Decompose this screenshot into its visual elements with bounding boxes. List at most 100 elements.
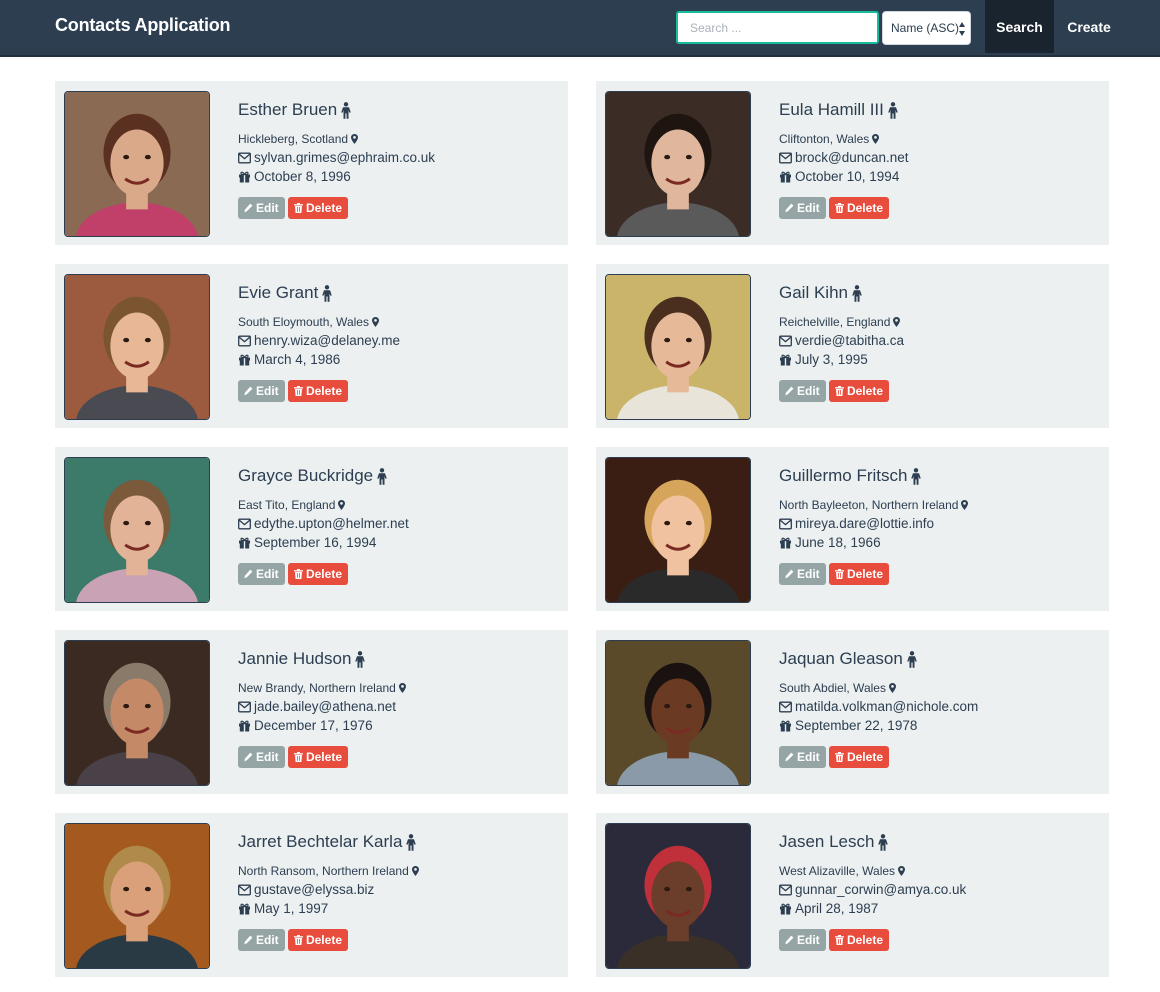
delete-label: Delete [846, 933, 883, 947]
gift-icon [780, 171, 791, 182]
delete-label: Delete [846, 384, 883, 398]
contact-photo [605, 823, 751, 969]
contact-email[interactable]: matilda.volkman@nichole.com [795, 699, 978, 714]
edit-button[interactable]: Edit [238, 197, 285, 219]
edit-label: Edit [256, 933, 279, 947]
contact-photo [64, 457, 210, 603]
trash-icon [835, 203, 844, 213]
contact-card: Jarret Bechtelar Karla North Ransom, Nor… [55, 813, 568, 977]
contact-name: Esther Bruen [238, 100, 338, 119]
contact-location: Hickleberg, Scotland [238, 132, 349, 146]
gift-icon [239, 354, 250, 365]
edit-button[interactable]: Edit [238, 746, 285, 768]
contact-location: Cliftonton, Wales [779, 132, 870, 146]
gift-icon [780, 537, 791, 548]
edit-button[interactable]: Edit [779, 929, 826, 951]
delete-button[interactable]: Delete [829, 929, 889, 951]
contact-email[interactable]: brock@duncan.net [795, 150, 909, 165]
person-icon [341, 101, 352, 119]
gift-icon [780, 720, 791, 731]
portrait-image [65, 458, 209, 602]
delete-button[interactable]: Delete [288, 929, 348, 951]
edit-button[interactable]: Edit [779, 380, 826, 402]
map-marker-icon [898, 866, 906, 876]
delete-label: Delete [305, 201, 342, 215]
contact-card: Jaquan Gleason South Abdiel, Wales matil… [596, 630, 1109, 794]
select-arrows-icon [959, 22, 965, 36]
envelope-icon [779, 884, 792, 895]
app-title[interactable]: Contacts Application [55, 15, 231, 36]
portrait-image [606, 641, 750, 785]
delete-button[interactable]: Delete [288, 197, 348, 219]
edit-button[interactable]: Edit [238, 929, 285, 951]
search-input[interactable] [676, 11, 879, 44]
contact-email[interactable]: verdie@tabitha.ca [795, 333, 904, 348]
contact-card: Guillermo Fritsch North Bayleeton, North… [596, 447, 1109, 611]
contact-email[interactable]: jade.bailey@athena.net [254, 699, 396, 714]
contact-email[interactable]: henry.wiza@delaney.me [254, 333, 400, 348]
contact-card: Esther Bruen Hickleberg, Scotland sylvan… [55, 81, 568, 245]
edit-label: Edit [797, 933, 820, 947]
contact-email[interactable]: gunnar_corwin@amya.co.uk [795, 882, 966, 897]
pencil-icon [244, 935, 253, 945]
edit-button[interactable]: Edit [779, 197, 826, 219]
person-icon [907, 650, 917, 668]
delete-label: Delete [846, 750, 883, 764]
map-marker-icon [411, 866, 419, 876]
envelope-icon [238, 152, 251, 163]
portrait-image [606, 92, 750, 236]
trash-icon [294, 569, 303, 579]
delete-button[interactable]: Delete [829, 380, 889, 402]
portrait-image [606, 824, 750, 968]
person-icon [322, 284, 333, 302]
contact-location: East Tito, England [238, 498, 336, 512]
gift-icon [780, 354, 791, 365]
edit-label: Edit [797, 201, 820, 215]
sort-select[interactable]: Name (ASC) [882, 11, 971, 45]
envelope-icon [238, 518, 251, 529]
pencil-icon [785, 386, 794, 396]
edit-label: Edit [256, 384, 279, 398]
contact-location: West Alizaville, Wales [779, 864, 896, 878]
delete-button[interactable]: Delete [288, 380, 348, 402]
delete-button[interactable]: Delete [288, 746, 348, 768]
contact-name: Gail Kihn [779, 283, 848, 302]
map-marker-icon [398, 683, 406, 693]
map-marker-icon [338, 500, 346, 510]
person-icon [911, 467, 922, 485]
envelope-icon [238, 701, 251, 712]
search-button[interactable]: Search [985, 0, 1054, 53]
trash-icon [294, 386, 303, 396]
contact-name: Eula Hamill III [779, 100, 884, 119]
delete-label: Delete [305, 750, 342, 764]
map-marker-icon [888, 683, 896, 693]
contact-card: Grayce Buckridge East Tito, England edyt… [55, 447, 568, 611]
trash-icon [294, 935, 303, 945]
person-icon [878, 833, 889, 851]
create-button[interactable]: Create [1054, 0, 1124, 53]
delete-button[interactable]: Delete [829, 197, 889, 219]
trash-icon [294, 203, 303, 213]
contact-email[interactable]: mireya.dare@lottie.info [795, 516, 934, 531]
contact-birthday: October 8, 1996 [254, 169, 351, 184]
contact-email[interactable]: edythe.upton@helmer.net [254, 516, 409, 531]
gift-icon [239, 537, 250, 548]
portrait-image [65, 824, 209, 968]
edit-button[interactable]: Edit [238, 563, 285, 585]
map-marker-icon [893, 317, 901, 327]
delete-button[interactable]: Delete [829, 563, 889, 585]
delete-button[interactable]: Delete [829, 746, 889, 768]
contact-name: Jasen Lesch [779, 832, 875, 851]
contact-photo [64, 823, 210, 969]
edit-button[interactable]: Edit [779, 563, 826, 585]
contact-location: South Abdiel, Wales [779, 681, 886, 695]
edit-button[interactable]: Edit [779, 746, 826, 768]
contact-photo [64, 274, 210, 420]
contact-birthday: April 28, 1987 [795, 901, 879, 916]
contact-email[interactable]: gustave@elyssa.biz [254, 882, 374, 897]
delete-button[interactable]: Delete [288, 563, 348, 585]
pencil-icon [244, 569, 253, 579]
edit-button[interactable]: Edit [238, 380, 285, 402]
contact-email[interactable]: sylvan.grimes@ephraim.co.uk [254, 150, 435, 165]
delete-label: Delete [305, 384, 342, 398]
